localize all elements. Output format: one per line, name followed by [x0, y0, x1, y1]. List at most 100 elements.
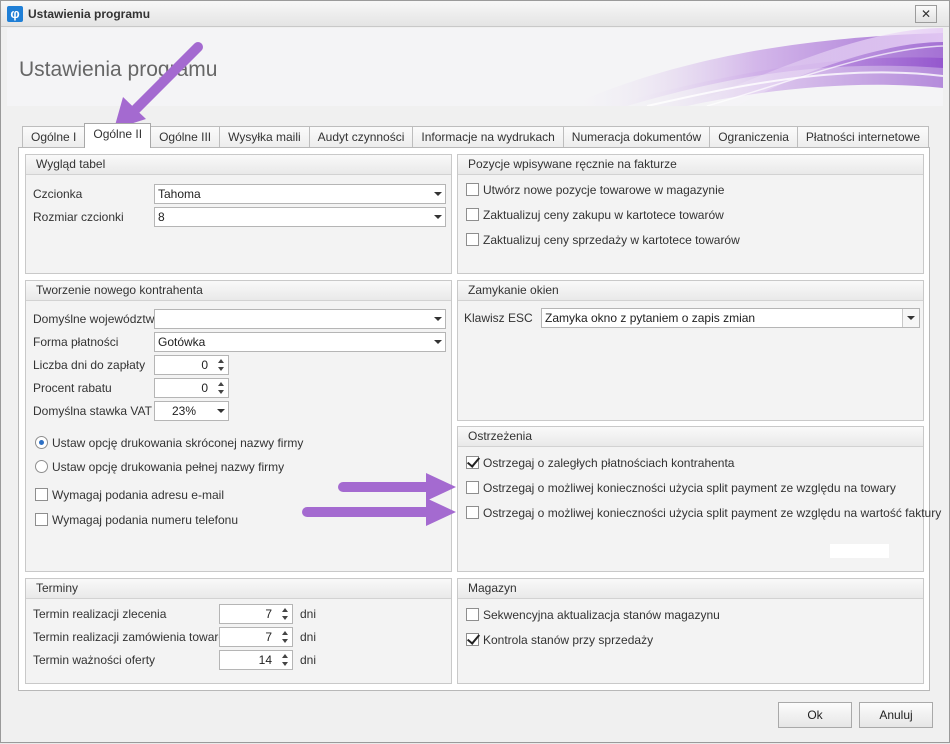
- group-terms: Terminy Termin realizacji zlecenia 7 dni…: [25, 578, 452, 684]
- group-header: Wygląd tabel: [26, 155, 451, 175]
- warn-split-goods-checkbox[interactable]: [466, 481, 479, 494]
- radio-short-name[interactable]: [35, 436, 48, 449]
- warn-overdue-checkbox[interactable]: [466, 456, 479, 469]
- vat-value: 23%: [172, 404, 197, 418]
- esc-key-combo[interactable]: Zamyka okno z pytaniem o zapis zmian: [541, 308, 920, 328]
- group-table-look: Wygląd tabel Czcionka Tahoma Rozmiar czc…: [25, 154, 452, 274]
- group-warehouse: Magazyn Sekwencyjna aktualizacja stanów …: [457, 578, 924, 684]
- chevron-down-icon: [434, 192, 442, 196]
- warn-split-value-label: Ostrzegaj o możliwej konieczności użycia…: [483, 506, 942, 520]
- tab-ogolne-2[interactable]: Ogólne II: [84, 123, 152, 148]
- stock-control-checkbox[interactable]: [466, 633, 479, 646]
- discount-spinner[interactable]: 0: [154, 378, 229, 398]
- radio-full-name-label: Ustaw opcję drukowania pełnej nazwy firm…: [52, 460, 285, 474]
- update-sale-prices-checkbox[interactable]: [466, 233, 479, 246]
- spin-down-icon[interactable]: [282, 616, 288, 620]
- close-button[interactable]: ✕: [915, 5, 937, 23]
- offer-validity-value: 14: [258, 653, 272, 667]
- goods-order-term-value: 7: [265, 630, 272, 644]
- chevron-down-icon: [217, 409, 225, 413]
- radio-full-name[interactable]: [35, 460, 48, 473]
- tab-ograniczenia[interactable]: Ograniczenia: [709, 126, 798, 148]
- require-phone-label: Wymagaj podania numeru telefonu: [52, 513, 239, 527]
- tab-platnosci-internetowe[interactable]: Płatności internetowe: [796, 126, 929, 148]
- tab-audyt[interactable]: Audyt czynności: [308, 126, 414, 148]
- order-term-label: Termin realizacji zlecenia: [33, 607, 167, 621]
- ok-button[interactable]: Ok: [778, 702, 852, 728]
- radio-short-name-label: Ustaw opcję drukowania skróconej nazwy f…: [52, 436, 304, 450]
- offer-validity-label: Termin ważności oferty: [33, 653, 156, 667]
- require-phone-checkbox[interactable]: [35, 513, 48, 526]
- group-header: Magazyn: [458, 579, 923, 599]
- stock-control-label: Kontrola stanów przy sprzedaży: [483, 633, 654, 647]
- spin-up-icon[interactable]: [218, 359, 224, 363]
- tab-numeracja[interactable]: Numeracja dokumentów: [562, 126, 711, 148]
- font-label: Czcionka: [33, 187, 83, 201]
- goods-order-term-spinner[interactable]: 7: [219, 627, 293, 647]
- tab-bar: Ogólne I Ogólne II Ogólne III Wysyłka ma…: [22, 123, 929, 148]
- page-title: Ustawienia programu: [19, 58, 218, 81]
- voivodeship-label: Domyślne województwo: [33, 312, 162, 326]
- payment-combo[interactable]: Gotówka: [154, 332, 446, 352]
- chevron-down-icon: [434, 317, 442, 321]
- days-spinner[interactable]: 0: [154, 355, 229, 375]
- spin-down-icon[interactable]: [218, 390, 224, 394]
- order-term-value: 7: [265, 607, 272, 621]
- goods-order-term-unit: dni: [300, 630, 317, 644]
- order-term-spinner[interactable]: 7: [219, 604, 293, 624]
- sequential-update-label: Sekwencyjna aktualizacja stanów magazynu: [483, 608, 720, 622]
- create-items-checkbox[interactable]: [466, 183, 479, 196]
- vat-label: Domyślna stawka VAT: [33, 404, 152, 418]
- font-size-label: Rozmiar czcionki: [33, 210, 124, 224]
- warn-split-value-checkbox[interactable]: [466, 506, 479, 519]
- group-header: Pozycje wpisywane ręcznie na fakturze: [458, 155, 923, 175]
- goods-order-term-label: Termin realizacji zamówienia towarów: [33, 630, 234, 644]
- spin-up-icon[interactable]: [282, 631, 288, 635]
- tab-informacje-wydruki[interactable]: Informacje na wydrukach: [412, 126, 564, 148]
- spin-up-icon[interactable]: [282, 608, 288, 612]
- tab-ogolne-3[interactable]: Ogólne III: [150, 126, 221, 148]
- spin-down-icon[interactable]: [282, 639, 288, 643]
- discount-value: 0: [201, 381, 208, 395]
- spin-up-icon[interactable]: [282, 654, 288, 658]
- days-label: Liczba dni do zapłaty: [33, 358, 146, 372]
- title-bar: φ Ustawienia programu ✕: [1, 1, 949, 27]
- font-combo[interactable]: Tahoma: [154, 184, 446, 204]
- payment-label: Forma płatności: [33, 335, 119, 349]
- sequential-update-checkbox[interactable]: [466, 608, 479, 621]
- update-purchase-prices-checkbox[interactable]: [466, 208, 479, 221]
- offer-validity-spinner[interactable]: 14: [219, 650, 293, 670]
- vat-combo[interactable]: 23%: [154, 401, 229, 421]
- update-sale-prices-label: Zaktualizuj ceny sprzedaży w kartotece t…: [483, 233, 740, 247]
- tab-wysylka-maili[interactable]: Wysyłka maili: [219, 126, 310, 148]
- update-purchase-prices-label: Zaktualizuj ceny zakupu w kartotece towa…: [483, 208, 724, 222]
- tab-panel: Wygląd tabel Czcionka Tahoma Rozmiar czc…: [18, 147, 941, 691]
- group-header: Tworzenie nowego kontrahenta: [26, 281, 451, 301]
- chevron-down-icon: [434, 340, 442, 344]
- group-manual-items: Pozycje wpisywane ręcznie na fakturze Ut…: [457, 154, 924, 274]
- voivodeship-combo[interactable]: [154, 309, 446, 329]
- spin-down-icon[interactable]: [282, 662, 288, 666]
- esc-key-value: Zamyka okno z pytaniem o zapis zmian: [545, 311, 756, 325]
- font-size-value: 8: [158, 210, 165, 224]
- require-email-checkbox[interactable]: [35, 488, 48, 501]
- chevron-down-icon: [907, 316, 915, 320]
- offer-validity-unit: dni: [300, 653, 317, 667]
- spin-up-icon[interactable]: [218, 382, 224, 386]
- warn-overdue-label: Ostrzegaj o zaległych płatnościach kontr…: [483, 456, 735, 470]
- tab-ogolne-1[interactable]: Ogólne I: [22, 126, 86, 148]
- font-size-combo[interactable]: 8: [154, 207, 446, 227]
- app-icon: φ: [7, 6, 23, 22]
- discount-label: Procent rabatu: [33, 381, 112, 395]
- cancel-button[interactable]: Anuluj: [859, 702, 933, 728]
- header-banner: Ustawienia programu: [7, 28, 943, 106]
- group-window-closing: Zamykanie okien Klawisz ESC Zamyka okno …: [457, 280, 924, 421]
- window-title: Ustawienia programu: [28, 7, 151, 21]
- dropdown-button[interactable]: [902, 309, 919, 327]
- settings-window: φ Ustawienia programu ✕ Ustawienia progr…: [0, 0, 950, 743]
- group-header: Terminy: [26, 579, 451, 599]
- group-header: Zamykanie okien: [458, 281, 923, 301]
- warn-split-goods-label: Ostrzegaj o możliwej konieczności użycia…: [483, 481, 896, 495]
- esc-key-label: Klawisz ESC: [464, 311, 533, 325]
- spin-down-icon[interactable]: [218, 367, 224, 371]
